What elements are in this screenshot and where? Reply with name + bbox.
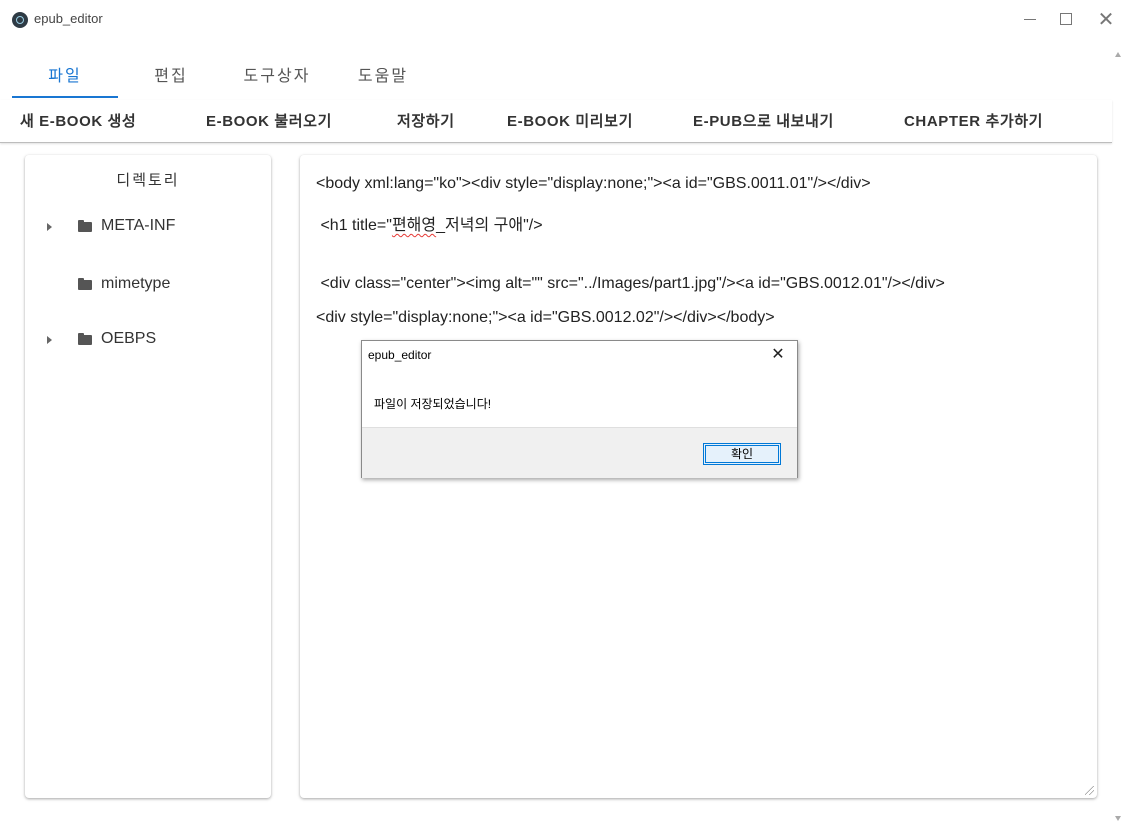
tab-toolbox[interactable]: 도구상자	[224, 52, 330, 98]
code-text: _저녁의 구애"/>	[436, 217, 543, 234]
expand-arrow-icon[interactable]	[47, 336, 52, 344]
folder-icon	[78, 278, 92, 290]
save-success-dialog: epub_editor ✕ 파일이 저장되었습니다! 확인	[361, 340, 798, 478]
code-line-3: <div class="center"><img alt="" src="../…	[316, 275, 945, 292]
save-button[interactable]: 저장하기	[397, 110, 455, 131]
expand-arrow-icon[interactable]	[47, 223, 52, 231]
preview-ebook-button[interactable]: E-BOOK 미리보기	[507, 110, 633, 131]
tree-item-mimetype[interactable]: mimetype	[25, 273, 271, 297]
tree-item-label: META-INF	[101, 217, 176, 234]
directory-panel: 디렉토리 META-INF mimetype OEBPS	[25, 155, 271, 798]
export-epub-button[interactable]: E-PUB으로 내보내기	[693, 110, 834, 131]
tab-edit[interactable]: 편집	[118, 52, 224, 98]
window-title: epub_editor	[34, 11, 103, 26]
tree-item-meta-inf[interactable]: META-INF	[25, 215, 271, 239]
tab-help[interactable]: 도움말	[330, 52, 436, 98]
title-bar: epub_editor ✕	[0, 0, 1125, 38]
code-line-4: <div style="display:none;"><a id="GBS.00…	[316, 309, 775, 326]
maximize-button[interactable]	[1046, 6, 1086, 32]
add-chapter-button[interactable]: CHAPTER 추가하기	[904, 110, 1043, 131]
minimize-button[interactable]	[1010, 6, 1050, 32]
close-window-button[interactable]: ✕	[1086, 6, 1125, 32]
scroll-down-arrow-icon[interactable]	[1115, 816, 1121, 821]
load-ebook-button[interactable]: E-BOOK 불러오기	[206, 110, 332, 131]
dialog-message: 파일이 저장되었습니다!	[374, 397, 492, 411]
main-tabs: 파일 편집 도구상자 도움말	[12, 52, 436, 98]
scroll-up-arrow-icon[interactable]	[1115, 52, 1121, 57]
ok-button[interactable]: 확인	[703, 443, 781, 465]
dialog-close-button[interactable]: ✕	[767, 344, 789, 364]
code-line-1: <body xml:lang="ko"><div style="display:…	[316, 175, 871, 192]
file-toolbar: 새 E-BOOK 생성 E-BOOK 불러오기 저장하기 E-BOOK 미리보기…	[0, 100, 1112, 143]
code-text: <h1 title="	[316, 217, 392, 234]
code-line-2: <h1 title="편해영_저녁의 구애"/>	[316, 211, 543, 235]
tree-item-label: mimetype	[101, 275, 171, 292]
minimize-icon	[1024, 18, 1036, 20]
tab-file[interactable]: 파일	[12, 52, 118, 98]
spellcheck-word: 편해영	[391, 217, 437, 234]
page-scrollbar[interactable]	[1112, 40, 1125, 827]
folder-icon	[78, 333, 92, 345]
dialog-title: epub_editor	[368, 348, 432, 362]
maximize-icon	[1060, 13, 1072, 25]
tree-item-label: OEBPS	[101, 330, 157, 347]
app-logo-icon	[12, 12, 28, 28]
folder-icon	[78, 220, 92, 232]
new-ebook-button[interactable]: 새 E-BOOK 생성	[20, 110, 136, 131]
directory-title: 디렉토리	[116, 172, 180, 189]
tree-item-oebps[interactable]: OEBPS	[25, 328, 271, 352]
close-icon: ✕	[1097, 7, 1115, 31]
resize-handle-icon[interactable]	[1085, 786, 1094, 795]
dialog-footer: 확인	[362, 427, 797, 478]
